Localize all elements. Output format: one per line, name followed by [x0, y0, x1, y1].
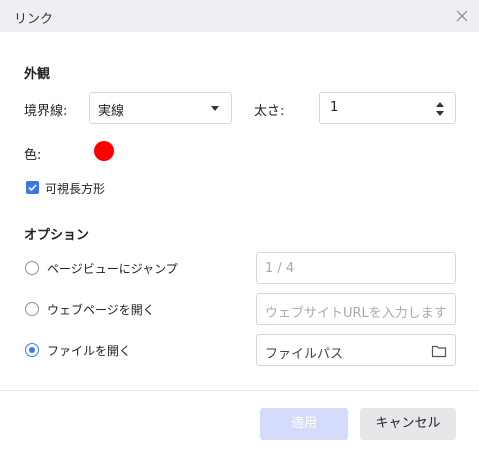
url-placeholder: ウェブサイトURLを入力します: [265, 306, 447, 321]
folder-icon[interactable]: [431, 343, 447, 362]
thickness-label: 太さ:: [254, 104, 285, 119]
border-style-value: 実線: [98, 104, 125, 119]
chevron-down-icon: [211, 106, 219, 111]
visible-rect-label: 可視長方形: [45, 182, 106, 196]
color-label: 色:: [24, 148, 42, 163]
open-file-radio[interactable]: [25, 343, 39, 357]
close-icon[interactable]: [453, 7, 471, 25]
visible-rect-checkbox[interactable]: [26, 181, 39, 194]
color-picker-swatch[interactable]: [94, 141, 114, 161]
page-number-placeholder: 1 / 4: [265, 261, 295, 276]
stepper-down-icon[interactable]: [436, 111, 444, 116]
open-web-label: ウェブページを開く: [47, 303, 155, 317]
file-path-input[interactable]: ファイルパス: [256, 334, 456, 366]
cancel-button[interactable]: キャンセル: [360, 408, 456, 440]
dialog-titlebar: リンク: [0, 0, 479, 32]
border-style-select[interactable]: 実線: [89, 92, 232, 124]
jump-to-page-radio[interactable]: [25, 261, 39, 275]
apply-button[interactable]: 適用: [260, 408, 348, 440]
dialog-title: リンク: [14, 12, 54, 27]
url-input[interactable]: ウェブサイトURLを入力します: [256, 293, 456, 325]
border-label: 境界線:: [24, 104, 68, 119]
footer-divider: [0, 390, 479, 391]
page-number-input[interactable]: 1 / 4: [256, 252, 456, 284]
stepper-up-icon[interactable]: [436, 102, 444, 107]
open-file-label: ファイルを開く: [47, 344, 132, 358]
appearance-section-title: 外観: [24, 67, 51, 82]
thickness-stepper[interactable]: 1: [319, 92, 456, 124]
thickness-value: 1: [330, 100, 339, 115]
options-section-title: オプション: [24, 228, 90, 243]
jump-to-page-label: ページビューにジャンプ: [47, 262, 178, 276]
file-path-value: ファイルパス: [265, 347, 344, 362]
open-web-radio[interactable]: [25, 302, 39, 316]
